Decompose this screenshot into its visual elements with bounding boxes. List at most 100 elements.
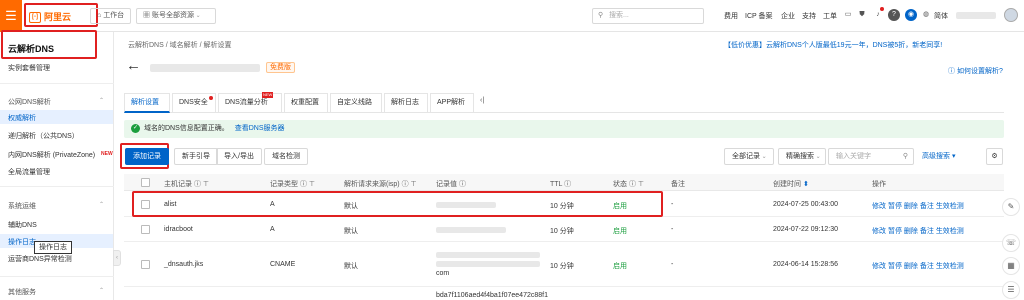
- sidebar-item-recursive[interactable]: 递归解析（公共DNS）: [8, 131, 79, 141]
- cell-value-redacted: [436, 252, 540, 258]
- th-host: 主机记录 ⓘ ⊤: [164, 181, 209, 188]
- account-scope-select[interactable]: ▦ 账号全部资源 ⌄: [136, 8, 216, 24]
- tab-resolve-settings[interactable]: 解析设置: [124, 93, 170, 113]
- calendar-icon[interactable]: ▦: [1002, 257, 1020, 275]
- sidebar-item-op-log[interactable]: 操作日志: [8, 237, 36, 247]
- collapse-sidebar-icon[interactable]: ‹: [113, 250, 121, 266]
- search-mode-select[interactable]: 精确搜索 ⌄: [778, 148, 826, 165]
- nav-tickets[interactable]: 工单: [823, 11, 837, 21]
- survey-icon[interactable]: ☰: [1002, 281, 1020, 299]
- guide-button[interactable]: 新手引导: [174, 148, 218, 165]
- sidebar-section-other[interactable]: 其他服务: [8, 287, 36, 297]
- cell-value-redacted: [436, 227, 506, 233]
- delete-link[interactable]: 删除: [904, 228, 918, 235]
- import-export-button[interactable]: 导入/导出: [216, 148, 262, 165]
- language-switch[interactable]: 简体: [934, 11, 948, 21]
- chevron-up-icon[interactable]: ⌃: [99, 201, 104, 208]
- nav-billing[interactable]: 费用: [724, 11, 738, 21]
- sidebar-item-assist-dns[interactable]: 辅助DNS: [8, 220, 37, 230]
- cell-value-next: bda7f1106aed4f4ba1f07ee472c88f1: [436, 292, 548, 299]
- help-icon: ⓘ: [948, 68, 957, 75]
- add-record-button[interactable]: 添加记录: [125, 148, 169, 165]
- headset-icon[interactable]: ☏: [1002, 234, 1020, 252]
- remark-link[interactable]: 备注: [920, 228, 934, 235]
- cart-icon[interactable]: ⛊: [856, 9, 868, 21]
- sidebar-item-private-zone[interactable]: 内网DNS解析 (PrivateZone): [8, 150, 95, 160]
- dns-notice: ✓ 域名的DNS信息配置正确。 查看DNS服务器: [124, 120, 1004, 138]
- cell-type: A: [270, 201, 275, 208]
- effect-check-link[interactable]: 生效检测: [936, 203, 964, 210]
- tab-weight[interactable]: 权重配置: [284, 93, 328, 113]
- remark-link[interactable]: 备注: [920, 203, 934, 210]
- chevron-up-icon[interactable]: ⌃: [99, 287, 104, 294]
- cell-status: 启用: [613, 263, 627, 270]
- sidebar-section-public-dns[interactable]: 公网DNS解析: [8, 97, 51, 107]
- nav-enterprise[interactable]: 企业: [781, 11, 795, 21]
- effect-check-link[interactable]: 生效检测: [936, 263, 964, 270]
- divider: [0, 83, 114, 84]
- view-dns-server-link[interactable]: 查看DNS服务器: [235, 125, 285, 132]
- tab-new-badge: NEW: [262, 92, 274, 98]
- cell-value-suffix: com: [436, 270, 450, 277]
- help-icon[interactable]: ?: [888, 9, 900, 21]
- cell-type: CNAME: [270, 261, 296, 268]
- sidebar-title: 云解析DNS: [8, 44, 55, 54]
- row-checkbox[interactable]: [141, 225, 150, 234]
- th-created[interactable]: 创建时间 ⬍: [773, 179, 809, 189]
- nav-support[interactable]: 支持: [802, 11, 816, 21]
- menu-icon[interactable]: ☰: [0, 0, 22, 32]
- breadcrumb-domain[interactable]: 域名解析: [170, 42, 198, 49]
- cell-ttl: 10 分钟: [550, 263, 574, 270]
- globe-icon[interactable]: ◍: [920, 9, 932, 21]
- workbench-button[interactable]: ⌂ 工作台: [90, 8, 132, 24]
- nav-icp[interactable]: ICP 备案: [745, 11, 773, 21]
- th-remark: 备注: [671, 181, 685, 188]
- search-icon: ⚲: [598, 12, 604, 19]
- row-checkbox[interactable]: [141, 260, 150, 269]
- breadcrumb-dns[interactable]: 云解析DNS: [128, 42, 164, 49]
- help-link[interactable]: ⓘ 如何设置解析?: [948, 66, 1003, 76]
- keyword-input[interactable]: 输入关键字 ⚲: [828, 148, 914, 165]
- select-all-checkbox[interactable]: [141, 178, 150, 187]
- tabs-more-icon[interactable]: ‹|: [480, 97, 484, 104]
- sidebar-item-instance[interactable]: 实例套餐管理: [8, 63, 50, 73]
- tab-app-resolve[interactable]: APP解析: [430, 93, 474, 113]
- pause-link[interactable]: 暂停: [888, 263, 902, 270]
- edit-feedback-icon[interactable]: ✎: [1002, 198, 1020, 216]
- domain-check-button[interactable]: 域名检测: [264, 148, 308, 165]
- promo-link[interactable]: 【低价优惠】云解析DNS个人版最低19元一年，DNS被5折，新老同享!: [724, 40, 942, 50]
- cell-host: idracboot: [164, 226, 193, 233]
- pause-link[interactable]: 暂停: [888, 228, 902, 235]
- sidebar-item-authoritative[interactable]: 权威解析: [8, 113, 36, 123]
- sidebar-section-system-ops[interactable]: 系统运维: [8, 201, 36, 211]
- tab-custom-line[interactable]: 自定义线路: [330, 93, 382, 113]
- edit-link[interactable]: 修改: [872, 228, 886, 235]
- delete-link[interactable]: 删除: [904, 203, 918, 210]
- avatar[interactable]: [1004, 8, 1018, 22]
- advanced-search-link[interactable]: 高级搜索 ▾: [922, 151, 955, 161]
- settings-gear-button[interactable]: ⚙: [986, 148, 1003, 165]
- edit-link[interactable]: 修改: [872, 263, 886, 270]
- aliyun-logo[interactable]: [-] 阿里云: [29, 10, 71, 24]
- sidebar-item-global-traffic[interactable]: 全局流量管理: [8, 167, 50, 177]
- chevron-up-icon[interactable]: ⌃: [99, 97, 104, 104]
- tab-resolve-log[interactable]: 解析日志: [384, 93, 428, 113]
- caret-down-icon: ▾: [950, 153, 956, 160]
- cell-host: alist: [164, 201, 177, 208]
- pause-link[interactable]: 暂停: [888, 203, 902, 210]
- global-search-input[interactable]: ⚲ 搜索...: [592, 8, 704, 24]
- row-actions: 修改 暂停 删除 备注 生效检测: [872, 261, 964, 271]
- domain-name-redacted: [150, 64, 260, 72]
- cloud-shell-icon[interactable]: ▭: [842, 9, 854, 21]
- delete-link[interactable]: 删除: [904, 263, 918, 270]
- back-arrow-icon[interactable]: ←: [126, 58, 141, 73]
- row-checkbox[interactable]: [141, 200, 150, 209]
- sidebar-item-operator-check[interactable]: 运营商DNS异常检测: [8, 254, 72, 264]
- cell-ttl: 10 分钟: [550, 228, 574, 235]
- record-filter-select[interactable]: 全部记录 ⌄: [724, 148, 774, 165]
- edit-link[interactable]: 修改: [872, 203, 886, 210]
- remark-link[interactable]: 备注: [920, 263, 934, 270]
- assistant-icon[interactable]: ◉: [905, 9, 917, 21]
- breadcrumb-current: 解析设置: [203, 42, 232, 49]
- effect-check-link[interactable]: 生效检测: [936, 228, 964, 235]
